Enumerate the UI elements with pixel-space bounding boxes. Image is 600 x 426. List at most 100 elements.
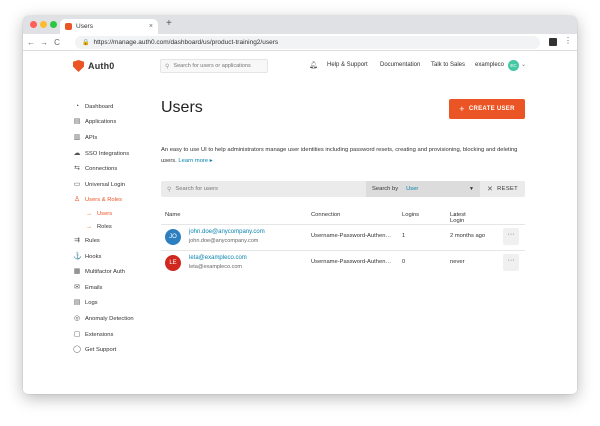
sidebar-item-anomaly-detection[interactable]: ◎ Anomaly Detection (73, 311, 163, 327)
user-latest-login: never (450, 259, 465, 265)
user-logins: 0 (402, 259, 406, 265)
rules-icon: ⇉ (74, 236, 80, 244)
sidebar-subitem-label: Roles (97, 223, 112, 230)
notifications-icon[interactable]: 🔔︎ (309, 61, 318, 69)
column-connection[interactable]: Connection (311, 212, 340, 218)
browser-tab[interactable]: Users × (60, 19, 158, 34)
browser-window: Users × + ← → C 🔒 https://manage.auth0.c… (23, 16, 577, 394)
extension-icon[interactable] (549, 38, 557, 46)
talk-to-sales-link[interactable]: Talk to Sales (431, 62, 465, 68)
user-icon: ♙ (73, 196, 81, 204)
sidebar-item-label: SSO Integrations (85, 150, 130, 157)
table-row[interactable]: JO john.doe@anycompany.com john.doe@anyc… (161, 224, 525, 249)
sidebar-item-label: Users & Roles (85, 197, 123, 204)
help-support-link[interactable]: Help & Support (327, 62, 368, 68)
forward-arrow-icon[interactable]: → (39, 38, 49, 47)
logs-icon: ▤ (73, 299, 81, 307)
search-icon: ⚲ (165, 63, 170, 70)
sidebar-item-label: Applications (85, 119, 117, 126)
sidebar-item-label: APIs (85, 134, 98, 141)
user-connection: Username-Password-Authen… (311, 233, 392, 239)
minimize-window-button[interactable] (40, 21, 47, 28)
anomaly-icon: ◎ (73, 314, 81, 322)
sidebar-item-apis[interactable]: ▥ APIs (73, 130, 163, 146)
plus-icon: + (459, 104, 465, 114)
table-row[interactable]: LE leta@exampleco.com leta@exampleco.com… (161, 250, 525, 275)
dashboard-icon: ◔ (74, 102, 80, 110)
global-search-input[interactable] (173, 63, 264, 69)
learn-more-link[interactable]: Learn more ▸ (178, 158, 212, 164)
sidebar-item-rules[interactable]: ⇉ Rules (73, 233, 163, 249)
auth0-dashboard: Auth0 ⚲ 🔔︎ Help & Support Documentation … (23, 51, 577, 394)
auth0-shield-icon (73, 60, 84, 72)
url-text[interactable]: https://manage.auth0.com/dashboard/us/pr… (93, 39, 278, 46)
sidebar-item-extensions[interactable]: ▢ Extensions (73, 327, 163, 343)
user-email-link[interactable]: leta@exampleco.com (189, 255, 247, 261)
sidebar-item-logs[interactable]: ▤ Logs (73, 296, 163, 312)
column-logins[interactable]: Logins (402, 212, 419, 218)
page-description: An easy to use UI to help administrators… (161, 145, 525, 166)
sidebar-item-label: Logs (85, 300, 98, 307)
cloud-icon: ☁ (73, 149, 81, 157)
sidebar-item-multifactor-auth[interactable]: ▦ Multifactor Auth (73, 264, 163, 280)
sidebar-item-universal-login[interactable]: ▭ Universal Login (73, 177, 163, 193)
tab-close-icon[interactable]: × (149, 23, 153, 30)
user-logins: 1 (402, 233, 406, 239)
sidebar-item-label: Multifactor Auth (85, 269, 125, 276)
reload-icon[interactable]: C (52, 38, 62, 47)
maximize-window-button[interactable] (50, 21, 57, 28)
sidebar-item-emails[interactable]: ✉ Emails (73, 280, 163, 296)
tenant-name[interactable]: exampleco (475, 62, 504, 68)
search-by-dropdown[interactable]: Search by User ▼ (366, 181, 480, 197)
tenant-avatar[interactable]: EC (508, 60, 519, 71)
auth0-logo[interactable]: Auth0 (73, 60, 115, 72)
sidebar-item-dashboard[interactable]: ◔ Dashboard (73, 99, 163, 115)
more-actions-button[interactable]: ··· (503, 228, 519, 245)
close-window-button[interactable] (30, 21, 37, 28)
users-table-header: Name Connection Logins Latest Login ↓ (161, 212, 525, 224)
reset-button[interactable]: ✕ RESET (480, 181, 525, 197)
caret-down-icon: ▼ (469, 186, 474, 192)
description-text: An easy to use UI to help administrators… (161, 147, 518, 164)
sidebar-item-sso-integrations[interactable]: ☁ SSO Integrations (73, 146, 163, 162)
avatar: LE (165, 255, 181, 271)
sidebar-item-get-support[interactable]: ◯ Get Support (73, 342, 163, 358)
new-tab-button[interactable]: + (166, 18, 172, 29)
more-actions-button[interactable]: ··· (503, 254, 519, 271)
tab-title: Users (76, 23, 93, 30)
column-name[interactable]: Name (165, 212, 180, 218)
sidebar-item-hooks[interactable]: ⚓ Hooks (73, 249, 163, 265)
sidebar-subitem-roles[interactable]: → Roles (73, 221, 163, 234)
user-email: john.doe@anycompany.com (189, 238, 259, 244)
sidebar-item-connections[interactable]: ⇆ Connections (73, 161, 163, 177)
user-search-input[interactable] (175, 186, 356, 192)
sidebar: ◔ Dashboard ▤ Applications ▥ APIs ☁ SSO … (73, 99, 163, 358)
sidebar-item-label: Extensions (85, 331, 114, 338)
sort-arrow-icon: ↓ (453, 212, 456, 218)
create-user-button[interactable]: + CREATE USER (449, 99, 525, 119)
multifactor-icon: ▦ (73, 268, 81, 276)
sidebar-subitem-users[interactable]: → Users (73, 208, 163, 221)
envelope-icon: ✉ (74, 283, 80, 291)
search-by-value: User (406, 186, 419, 192)
applications-icon: ▤ (73, 118, 81, 126)
logo-text: Auth0 (88, 61, 115, 71)
user-filter-bar: ⚲ Search by User ▼ ✕ RESET (161, 181, 525, 197)
browser-tab-bar: Users × + (23, 16, 577, 34)
sidebar-item-label: Hooks (85, 253, 102, 260)
sidebar-item-label: Emails (85, 284, 103, 291)
sidebar-item-users-roles[interactable]: ♙ Users & Roles (73, 193, 163, 209)
back-arrow-icon[interactable]: ← (26, 38, 36, 47)
global-search[interactable]: ⚲ (160, 59, 268, 73)
top-header: Auth0 ⚲ 🔔︎ Help & Support Documentation … (23, 51, 577, 81)
address-bar[interactable]: 🔒 https://manage.auth0.com/dashboard/us/… (75, 36, 540, 49)
universal-login-icon: ▭ (73, 180, 81, 188)
sidebar-item-label: Rules (85, 237, 100, 244)
extensions-icon: ▢ (73, 330, 81, 338)
sidebar-item-applications[interactable]: ▤ Applications (73, 115, 163, 131)
browser-menu-icon[interactable]: ⋮ (564, 36, 572, 45)
user-email-link[interactable]: john.doe@anycompany.com (189, 229, 265, 235)
browser-toolbar: ← → C 🔒 https://manage.auth0.com/dashboa… (23, 34, 577, 51)
documentation-link[interactable]: Documentation (380, 62, 420, 68)
chevron-down-icon[interactable]: ⌄ (521, 61, 526, 68)
